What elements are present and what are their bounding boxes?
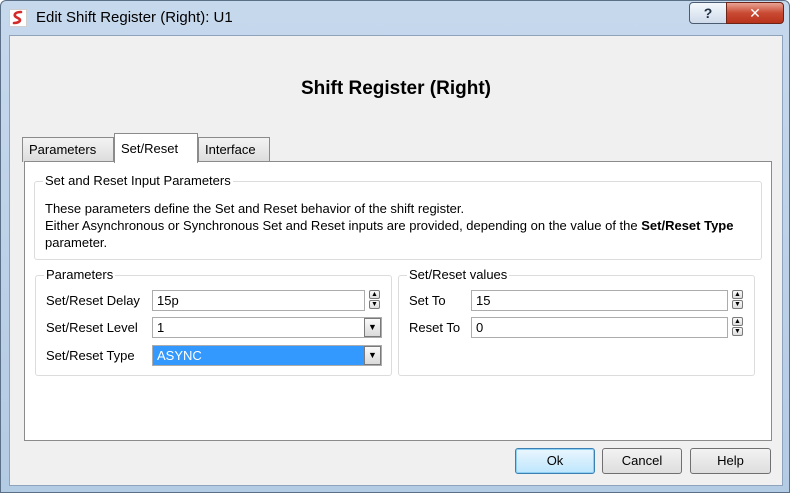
simetrix-app-icon	[9, 9, 27, 27]
info-line-2-pre: Either Asynchronous or Synchronous Set a…	[45, 218, 642, 233]
info-group-title: Set and Reset Input Parameters	[43, 173, 233, 188]
set-reset-type-label: Set/Reset Type	[46, 348, 135, 363]
info-line-2-bold: Set/Reset Type	[641, 218, 734, 233]
cancel-button[interactable]: Cancel	[602, 448, 682, 474]
dialog-heading: Shift Register (Right)	[301, 78, 491, 99]
reset-to-input[interactable]: 0	[471, 317, 728, 338]
info-description: These parameters define the Set and Rese…	[45, 200, 755, 251]
set-to-input[interactable]: 15	[471, 290, 728, 311]
tab-interface[interactable]: Interface	[198, 137, 270, 162]
chevron-down-icon[interactable]: ▼	[364, 318, 381, 337]
window-title: Edit Shift Register (Right): U1	[36, 9, 233, 26]
spin-down-icon[interactable]: ▼	[732, 300, 743, 309]
spin-up-icon[interactable]: ▲	[732, 290, 743, 299]
title-bar[interactable]: Edit Shift Register (Right): U1 ? ✕	[1, 1, 789, 35]
spin-up-icon[interactable]: ▲	[369, 290, 380, 299]
dialog-client-area: Shift Register (Right) Parameters Set/Re…	[9, 35, 783, 486]
set-reset-panel: Set and Reset Input Parameters These par…	[24, 161, 772, 441]
info-line-2-post: parameter.	[45, 235, 108, 250]
parameters-group: Parameters Set/Reset Delay 15p ▲ ▼ Set/R…	[35, 267, 392, 376]
set-to-label: Set To	[409, 293, 446, 308]
set-reset-values-title: Set/Reset values	[407, 267, 510, 282]
tab-set-reset[interactable]: Set/Reset	[114, 133, 198, 163]
dialog-window: Edit Shift Register (Right): U1 ? ✕ Shif…	[0, 0, 790, 493]
spin-down-icon[interactable]: ▼	[732, 327, 743, 336]
info-line-1: These parameters define the Set and Rese…	[45, 201, 465, 216]
set-reset-level-label: Set/Reset Level	[46, 320, 138, 335]
chevron-down-icon[interactable]: ▼	[364, 346, 381, 365]
close-icon[interactable]: ✕	[726, 2, 784, 24]
set-reset-delay-spinner[interactable]: ▲ ▼	[369, 290, 382, 311]
ok-button[interactable]: Ok	[515, 448, 595, 474]
info-group: Set and Reset Input Parameters These par…	[34, 173, 762, 260]
reset-to-label: Reset To	[409, 320, 461, 335]
parameters-group-title: Parameters	[44, 267, 116, 282]
tab-parameters[interactable]: Parameters	[22, 137, 114, 162]
set-reset-delay-input[interactable]: 15p	[152, 290, 365, 311]
reset-to-spinner[interactable]: ▲ ▼	[732, 317, 745, 338]
set-to-spinner[interactable]: ▲ ▼	[732, 290, 745, 311]
set-reset-values-group: Set/Reset values Set To 15 ▲ ▼ Reset To …	[398, 267, 755, 376]
help-question-icon[interactable]: ?	[689, 2, 727, 24]
info-line-2: Either Asynchronous or Synchronous Set a…	[45, 217, 755, 251]
set-reset-delay-label: Set/Reset Delay	[46, 293, 140, 308]
set-reset-level-select[interactable]: 1	[152, 317, 382, 338]
spin-down-icon[interactable]: ▼	[369, 300, 380, 309]
set-reset-type-select[interactable]: ASYNC	[152, 345, 382, 366]
help-button[interactable]: Help	[690, 448, 771, 474]
spin-up-icon[interactable]: ▲	[732, 317, 743, 326]
